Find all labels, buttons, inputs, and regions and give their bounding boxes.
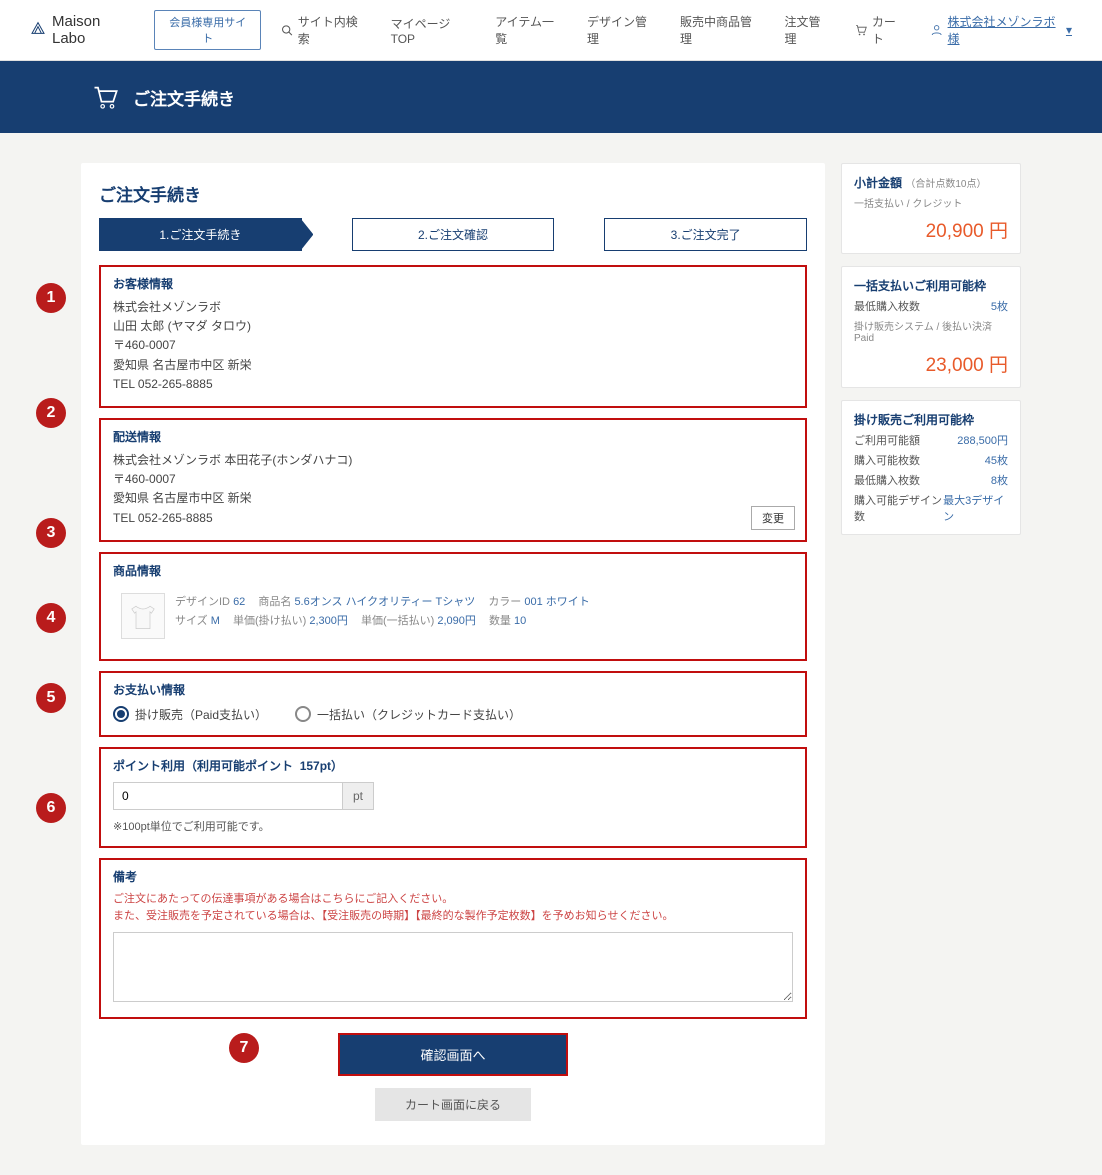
remarks-note1: ご注文にあたっての伝達事項がある場合はこちらにご記入ください。 — [113, 891, 793, 909]
logo-icon — [30, 20, 46, 40]
customer-zip: 〒460-0007 — [113, 336, 793, 355]
product-info-section: 商品情報 デザインID 62 商品名 5.6オンス ハイクオリティー Tシャツ … — [99, 552, 807, 661]
payment-option-ikkatsu[interactable]: 一括払い（クレジットカード支払い） — [295, 706, 521, 723]
customer-info-section: お客様情報 株式会社メゾンラボ 山田 太郎 (ヤマダ タロウ) 〒460-000… — [99, 265, 807, 408]
customer-heading: お客様情報 — [113, 275, 793, 292]
annotation-badge-1: 1 — [36, 283, 66, 313]
points-note: ※100pt単位でご利用可能です。 — [113, 818, 793, 834]
nav-search[interactable]: サイト内検索 — [281, 13, 366, 47]
nav-selling[interactable]: 販売中商品管理 — [680, 13, 760, 47]
nav-orders[interactable]: 注文管理 — [784, 13, 830, 47]
ikkatsu-amount: 23,000 円 — [854, 350, 1008, 377]
product-thumbnail — [121, 593, 165, 639]
payment-option-kake[interactable]: 掛け販売（Paid支払い） — [113, 706, 267, 723]
step-3: 3.ご注文完了 — [604, 218, 807, 251]
nav-cart[interactable]: カート — [854, 13, 906, 47]
points-unit: pt — [343, 782, 374, 810]
confirm-button[interactable]: 確認画面へ — [338, 1033, 567, 1076]
user-icon — [930, 23, 943, 37]
payment-heading: お支払い情報 — [113, 681, 793, 698]
shipping-change-button[interactable]: 変更 — [751, 506, 795, 530]
subtotal-amount: 20,900 円 — [854, 216, 1008, 243]
annotation-badge-6: 6 — [36, 793, 66, 823]
cart-icon — [854, 23, 867, 37]
sidebar: 小計金額 （合計点数10点） 一括支払い / クレジット 20,900 円 一括… — [841, 163, 1021, 535]
annotation-badge-5: 5 — [36, 683, 66, 713]
product-heading: 商品情報 — [113, 562, 793, 579]
remarks-section: 備考 ご注文にあたっての伝達事項がある場合はこちらにご記入ください。 また、受注… — [99, 858, 807, 1019]
chevron-down-icon: ▾ — [1066, 23, 1072, 37]
annotation-badge-2: 2 — [36, 398, 66, 428]
product-meta: デザインID 62 商品名 5.6オンス ハイクオリティー Tシャツ カラー 0… — [175, 593, 600, 633]
points-heading: ポイント利用（利用可能ポイント 157pt） — [113, 757, 793, 774]
tshirt-icon — [129, 600, 157, 632]
checkout-steps: 1.ご注文手続き 2.ご注文確認 3.ご注文完了 — [99, 218, 807, 251]
header: Maison Labo 会員様専用サイト サイト内検索 マイページTOP アイテ… — [0, 0, 1102, 61]
radio-icon — [113, 706, 129, 722]
ikkatsu-card: 一括支払いご利用可能枠 最低購入枚数5枚 掛け販売システム / 後払い決済Pai… — [841, 266, 1021, 388]
shipping-heading: 配送情報 — [113, 428, 793, 445]
logo[interactable]: Maison Labo — [30, 13, 134, 47]
kake-card: 掛け販売ご利用可能枠 ご利用可能額288,500円 購入可能枚数45枚 最低購入… — [841, 400, 1021, 535]
customer-name: 山田 太郎 (ヤマダ タロウ) — [113, 317, 793, 336]
cart-icon — [91, 83, 119, 111]
step-2: 2.ご注文確認 — [352, 218, 555, 251]
search-icon — [281, 24, 293, 37]
remarks-note2: また、受注販売を予定されている場合は、【受注販売の時期】【最終的な製作予定枚数】… — [113, 908, 793, 926]
back-to-cart-button[interactable]: カート画面に戻る — [375, 1088, 531, 1121]
nav-design[interactable]: デザイン管理 — [587, 13, 656, 47]
main-panel: ご注文手続き 1.ご注文手続き 2.ご注文確認 3.ご注文完了 1 お客様情報 … — [81, 163, 825, 1145]
nav-user[interactable]: 株式会社メゾンラボ様 ▾ — [930, 13, 1072, 47]
member-site-button[interactable]: 会員様専用サイト — [154, 10, 261, 50]
points-input[interactable] — [113, 782, 343, 810]
shipping-address: 愛知県 名古屋市中区 新栄 — [113, 489, 793, 508]
payment-info-section: お支払い情報 掛け販売（Paid支払い） 一括払い（クレジットカード支払い） — [99, 671, 807, 737]
shipping-line1: 株式会社メゾンラボ 本田花子(ホンダハナコ) — [113, 451, 793, 470]
nav-mypage[interactable]: マイページTOP — [391, 15, 472, 46]
customer-company: 株式会社メゾンラボ — [113, 298, 793, 317]
annotation-badge-4: 4 — [36, 603, 66, 633]
shipping-tel: TEL 052-265-8885 — [113, 509, 793, 528]
nav-items[interactable]: アイテム一覧 — [495, 13, 563, 47]
subtotal-card: 小計金額 （合計点数10点） 一括支払い / クレジット 20,900 円 — [841, 163, 1021, 254]
remarks-textarea[interactable] — [113, 932, 793, 1002]
annotation-badge-3: 3 — [36, 518, 66, 548]
shipping-info-section: 配送情報 株式会社メゾンラボ 本田花子(ホンダハナコ) 〒460-0007 愛知… — [99, 418, 807, 542]
page-title-bar: ご注文手続き — [133, 85, 235, 110]
titlebar: ご注文手続き — [0, 61, 1102, 133]
annotation-badge-7: 7 — [229, 1033, 259, 1063]
customer-tel: TEL 052-265-8885 — [113, 375, 793, 394]
logo-text: Maison Labo — [52, 13, 134, 47]
top-nav: サイト内検索 マイページTOP アイテム一覧 デザイン管理 販売中商品管理 注文… — [281, 13, 1072, 47]
points-section: ポイント利用（利用可能ポイント 157pt） pt ※100pt単位でご利用可能… — [99, 747, 807, 848]
shipping-zip: 〒460-0007 — [113, 470, 793, 489]
remarks-heading: 備考 — [113, 868, 793, 885]
page-title: ご注文手続き — [99, 181, 807, 206]
customer-address: 愛知県 名古屋市中区 新栄 — [113, 356, 793, 375]
step-1: 1.ご注文手続き — [99, 218, 302, 251]
radio-icon — [295, 706, 311, 722]
